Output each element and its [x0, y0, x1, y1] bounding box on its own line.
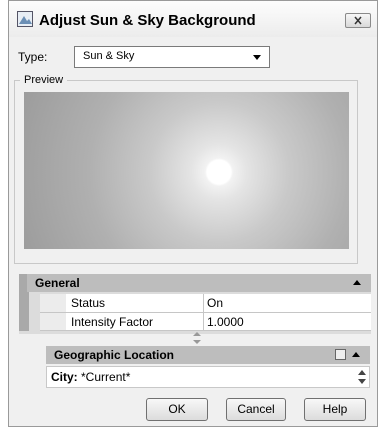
property-row-status[interactable]: Status On: [66, 294, 371, 313]
sun-sky-preview-image: [24, 92, 349, 249]
type-label: Type:: [18, 50, 48, 64]
property-value[interactable]: 1.0000: [207, 315, 244, 329]
close-icon: [354, 16, 362, 25]
preview-label: Preview: [20, 74, 68, 86]
type-select[interactable]: Sun & Sky: [74, 46, 270, 68]
section-geo-title: Geographic Location: [54, 348, 175, 362]
city-value: *Current*: [81, 370, 131, 384]
type-select-value: Sun & Sky: [83, 50, 135, 62]
city-label: City:: [51, 370, 78, 384]
close-button[interactable]: [345, 13, 371, 28]
city-row[interactable]: City: *Current*: [46, 366, 370, 388]
pin-icon[interactable]: [335, 349, 346, 360]
property-name: Intensity Factor: [66, 313, 204, 331]
chevron-down-icon: [253, 55, 261, 60]
property-value[interactable]: On: [207, 296, 223, 310]
property-row-intensity[interactable]: Intensity Factor 1.0000: [66, 313, 371, 331]
property-name: Status: [66, 294, 204, 313]
resize-splitter-icon[interactable]: [193, 332, 201, 344]
help-button[interactable]: Help: [304, 398, 366, 421]
collapse-up-icon[interactable]: [352, 352, 360, 357]
sun-sky-app-icon: [17, 11, 33, 27]
spinner-icon[interactable]: [357, 368, 367, 386]
section-geographic-location[interactable]: Geographic Location: [46, 346, 370, 364]
ok-button[interactable]: OK: [146, 398, 208, 421]
row-gutter: [40, 313, 66, 331]
section-general[interactable]: General: [27, 274, 371, 292]
collapse-up-icon[interactable]: [353, 280, 361, 285]
section-general-title: General: [35, 276, 80, 290]
title-bar[interactable]: Adjust Sun & Sky Background: [9, 1, 377, 37]
cancel-button[interactable]: Cancel: [226, 398, 286, 421]
row-gutter: [40, 294, 66, 313]
dialog-title: Adjust Sun & Sky Background: [39, 12, 256, 29]
